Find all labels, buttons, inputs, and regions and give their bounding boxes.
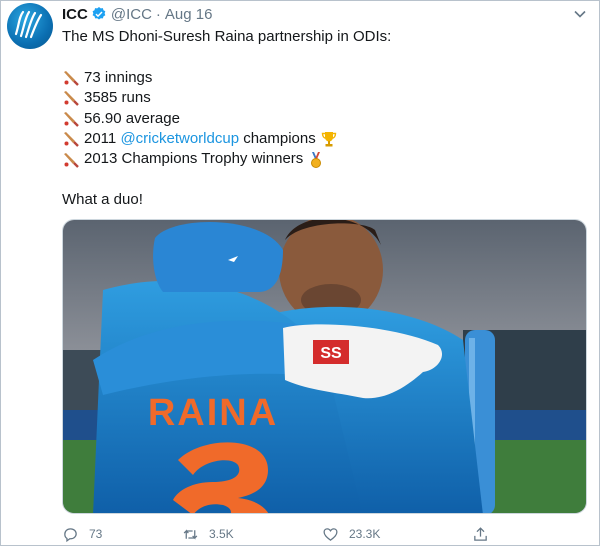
trophy-icon: [321, 132, 336, 147]
reply-button[interactable]: 73: [62, 526, 182, 543]
medal-icon: [311, 151, 322, 168]
cricket-bat-icon: [64, 111, 79, 127]
retweet-icon: [183, 528, 198, 540]
retweet-button[interactable]: 3.5K: [182, 526, 322, 543]
author-handle[interactable]: @ICC: [111, 6, 152, 23]
cricket-bat-icon: [64, 70, 79, 86]
tweet-card: ICC @ICC · Aug 16 The MS Dhoni-Suresh Ra…: [0, 0, 600, 546]
share-icon: [474, 526, 487, 541]
stat-line: 3585 runs: [62, 88, 582, 108]
verified-badge-icon: [92, 7, 106, 20]
reply-count: 73: [89, 527, 103, 541]
tweet-date[interactable]: Aug 16: [165, 6, 213, 23]
reply-icon: [64, 527, 77, 542]
cricket-bat-icon: [64, 152, 79, 168]
heart-icon: [323, 527, 338, 541]
stat-line: 2011 @cricketworldcup champions: [62, 129, 582, 149]
tweet-photo[interactable]: SS RAINA: [62, 219, 587, 514]
like-button[interactable]: 23.3K: [322, 526, 472, 543]
tweet-header: ICC @ICC · Aug 16: [62, 5, 212, 23]
retweet-count: 3.5K: [209, 527, 234, 541]
stat-suffix: champions: [239, 129, 316, 147]
intro-line: The MS Dhoni-Suresh Raina partnership in…: [62, 28, 392, 45]
cricketworldcup-link[interactable]: @cricketworldcup: [120, 129, 239, 149]
tweet-actions: 73 3.5K 23.3K: [62, 523, 582, 545]
stat-text: 3585 runs: [84, 89, 151, 107]
stat-line: 56.90 average: [62, 109, 582, 129]
separator-dot: ·: [155, 5, 161, 23]
jersey-name-text: RAINA: [148, 392, 278, 434]
stat-prefix: 2011: [84, 129, 121, 147]
tweet-text: The MS Dhoni-Suresh Raina partnership in…: [62, 27, 582, 211]
stat-line: 73 innings: [62, 68, 582, 88]
stat-line: 2013 Champions Trophy winners: [62, 149, 582, 169]
author-name[interactable]: ICC: [62, 6, 88, 23]
stat-text: 73 innings: [84, 68, 153, 86]
stat-text: 56.90 average: [84, 109, 180, 127]
icc-logo-avatar[interactable]: [7, 3, 53, 49]
glove-brand-text: SS: [320, 345, 342, 362]
share-button[interactable]: [472, 526, 512, 543]
closing-line: What a duo!: [62, 191, 143, 209]
chevron-down-icon[interactable]: [573, 7, 587, 21]
stat-text: 2013 Champions Trophy winners: [84, 150, 304, 168]
like-count: 23.3K: [349, 527, 381, 541]
cricket-bat-icon: [64, 132, 79, 147]
cricket-bat-icon: [64, 91, 79, 107]
